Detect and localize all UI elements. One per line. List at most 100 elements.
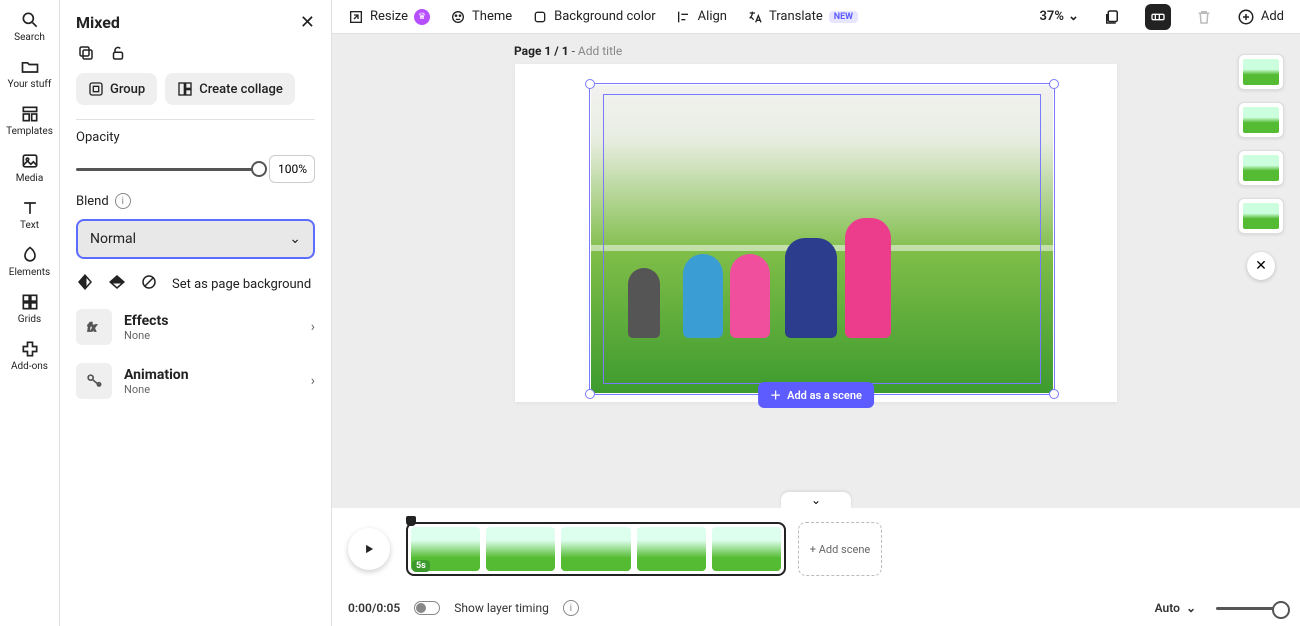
rail-media[interactable]: Media	[0, 145, 59, 192]
premium-badge-icon: ♛	[414, 9, 430, 25]
close-panel-button[interactable]: ✕	[300, 12, 315, 33]
elements-icon	[20, 245, 40, 265]
rail-templates[interactable]: Templates	[0, 98, 59, 145]
resize-handle-tl[interactable]	[585, 79, 595, 89]
add-button[interactable]: Add	[1237, 8, 1284, 26]
animation-title: Animation	[124, 367, 299, 383]
side-thumb-3[interactable]	[1238, 150, 1284, 186]
frame-2	[486, 527, 555, 571]
selection-box-inner[interactable]	[603, 94, 1041, 384]
rail-your-stuff[interactable]: Your stuff	[0, 51, 59, 98]
timeline-fit-label: Auto	[1155, 601, 1180, 615]
add-scene-button[interactable]: + Add scene	[798, 522, 882, 576]
resize-icon	[348, 9, 364, 25]
bgcolor-label: Background color	[554, 9, 656, 24]
resize-button[interactable]: Resize ♛	[348, 9, 430, 25]
timeline-fit-dropdown[interactable]: Auto ⌄	[1155, 601, 1196, 615]
align-button[interactable]: Align	[676, 9, 727, 25]
plus-icon: ＋	[770, 387, 781, 403]
opacity-slider[interactable]	[76, 168, 259, 171]
theme-label: Theme	[472, 9, 512, 24]
flip-h-icon	[76, 273, 94, 291]
trash-icon	[1195, 8, 1213, 26]
close-thumbnails-button[interactable]: ✕	[1247, 252, 1275, 280]
duplicate-button[interactable]	[76, 43, 96, 63]
rail-grids-label: Grids	[18, 314, 41, 325]
side-thumb-4[interactable]	[1238, 198, 1284, 234]
play-button[interactable]	[348, 528, 390, 570]
translate-label: Translate	[769, 9, 823, 24]
templates-icon	[20, 104, 40, 124]
add-scene-label: Add as a scene	[787, 389, 862, 402]
rail-search[interactable]: Search	[0, 4, 59, 51]
page-title-input[interactable]: Add title	[578, 44, 622, 58]
delete-button[interactable]	[1191, 4, 1217, 30]
rail-templates-label: Templates	[6, 126, 53, 137]
frame-3	[561, 527, 630, 571]
layer-timing-toggle[interactable]	[414, 601, 440, 615]
media-icon	[20, 151, 40, 171]
page-title-row[interactable]: Page 1 / 1 - Add title	[514, 44, 622, 58]
design-page[interactable]	[515, 64, 1117, 402]
side-thumb-1[interactable]	[1238, 54, 1284, 90]
resize-handle-bl[interactable]	[585, 389, 595, 399]
properties-panel: Mixed ✕ Group Create collage Opacity 100…	[60, 0, 332, 626]
playhead[interactable]	[406, 516, 416, 526]
zoom-dropdown[interactable]: 37% ⌄	[1039, 9, 1078, 24]
resize-handle-br[interactable]	[1049, 389, 1059, 399]
plus-circle-icon	[1237, 8, 1255, 26]
grids-icon	[20, 292, 40, 312]
rail-elements[interactable]: Elements	[0, 239, 59, 286]
theme-button[interactable]: Theme	[450, 9, 512, 25]
lock-button[interactable]	[108, 43, 128, 63]
timeline-panel: 5s + Add scene 0:00/0:05 Show layer timi…	[332, 508, 1300, 626]
collage-label: Create collage	[199, 82, 283, 97]
timeline-toggle-button[interactable]	[1145, 4, 1171, 30]
scene-card-1[interactable]: 5s	[406, 522, 786, 576]
translate-button[interactable]: Translate NEW	[747, 9, 858, 25]
opacity-value-input[interactable]: 100%	[269, 155, 315, 183]
add-scene-card-label: + Add scene	[810, 543, 870, 556]
opacity-slider-thumb[interactable]	[251, 161, 267, 177]
effects-row[interactable]: fx Effects None ›	[76, 305, 315, 349]
create-collage-button[interactable]: Create collage	[165, 73, 295, 105]
page-number: Page 1 / 1	[514, 44, 569, 58]
pages-button[interactable]	[1099, 4, 1125, 30]
set-bg-button[interactable]: Set as page background	[172, 277, 311, 292]
collapse-canvas-button[interactable]: ⌄	[781, 492, 851, 508]
rail-addons-label: Add-ons	[11, 361, 48, 372]
bgcolor-button[interactable]: Background color	[532, 9, 656, 25]
time-display: 0:00/0:05	[348, 601, 400, 615]
frame-5	[712, 527, 781, 571]
rail-grids[interactable]: Grids	[0, 286, 59, 333]
flip-vertical-button[interactable]	[108, 273, 126, 295]
chevron-right-icon: ›	[311, 373, 315, 389]
no-bg-icon-button[interactable]	[140, 273, 158, 295]
rail-addons[interactable]: Add-ons	[0, 333, 59, 380]
timeline-icon	[1150, 9, 1166, 25]
flip-horizontal-button[interactable]	[76, 273, 94, 295]
blend-value: Normal	[90, 231, 136, 247]
svg-text:fx: fx	[87, 321, 97, 334]
side-thumb-2[interactable]	[1238, 102, 1284, 138]
side-thumbnails: ✕	[1238, 54, 1284, 280]
top-toolbar: Resize ♛ Theme Background color Align Tr…	[332, 0, 1300, 34]
effects-title: Effects	[124, 313, 299, 329]
scene-duration-badge: 5s	[412, 560, 430, 572]
animation-row[interactable]: Animation None ›	[76, 359, 315, 403]
collage-icon	[177, 81, 193, 97]
layer-timing-info-icon[interactable]: i	[563, 600, 579, 616]
timeline-zoom-slider[interactable]	[1216, 607, 1284, 610]
animation-icon	[84, 371, 104, 391]
add-label: Add	[1261, 9, 1284, 24]
resize-handle-tr[interactable]	[1049, 79, 1059, 89]
align-icon	[676, 9, 692, 25]
flip-v-icon	[108, 273, 126, 291]
blend-mode-select[interactable]: Normal ⌄	[76, 219, 315, 259]
blend-info-icon[interactable]: i	[115, 193, 131, 209]
add-as-scene-button[interactable]: ＋ Add as a scene	[758, 382, 874, 408]
canvas-area[interactable]: Page 1 / 1 - Add title ＋ Add as a scene	[332, 34, 1300, 508]
rail-text[interactable]: Text	[0, 192, 59, 239]
group-button[interactable]: Group	[76, 73, 157, 105]
chevron-down-icon: ⌄	[289, 231, 301, 247]
